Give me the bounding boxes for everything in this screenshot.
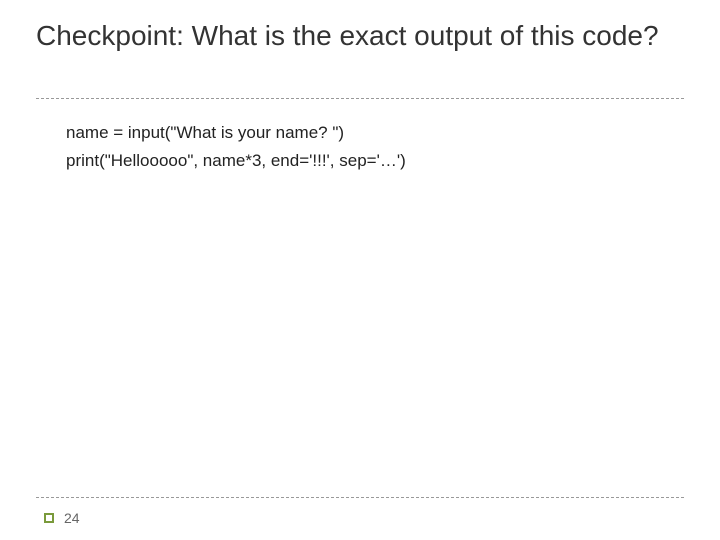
page-footer: 24 — [44, 510, 80, 526]
divider-bottom — [36, 497, 684, 498]
slide: Checkpoint: What is the exact output of … — [0, 0, 720, 540]
slide-body: name = input("What is your name? ") prin… — [66, 120, 680, 177]
square-bullet-icon — [44, 513, 54, 523]
divider-top — [36, 98, 684, 99]
page-number: 24 — [64, 510, 80, 526]
code-line-1: name = input("What is your name? ") — [66, 120, 680, 146]
slide-title: Checkpoint: What is the exact output of … — [36, 18, 684, 53]
code-line-2: print("Hellooooo", name*3, end='!!!', se… — [66, 148, 680, 174]
